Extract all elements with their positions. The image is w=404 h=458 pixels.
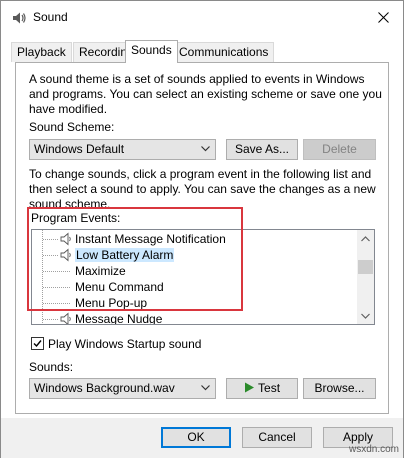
instruction-line: sound scheme. [29, 197, 111, 211]
startup-sound-checkbox[interactable] [31, 337, 44, 350]
startup-sound-label[interactable]: Play Windows Startup sound [48, 337, 201, 351]
intro-line: have modified. [29, 102, 108, 116]
delete-button[interactable]: Delete [303, 139, 376, 160]
vertical-scrollbar[interactable] [357, 230, 374, 324]
test-button-label: Test [258, 381, 281, 395]
scroll-up-button[interactable] [357, 230, 374, 247]
chevron-down-icon [361, 313, 370, 319]
sound-dialog: Sound Playback Recording Sounds Communic… [0, 0, 404, 458]
chevron-down-icon [201, 146, 210, 152]
scrollbar-thumb[interactable] [358, 260, 373, 274]
title-bar: Sound [1, 1, 403, 33]
close-button[interactable] [369, 5, 397, 29]
program-events-label: Program Events: [31, 211, 121, 225]
intro-line: and programs. You can select an existing… [29, 87, 382, 101]
list-item[interactable]: Message Nudge [75, 311, 163, 325]
ok-button[interactable]: OK [161, 427, 231, 448]
program-events-list[interactable]: Instant Message Notification Low Battery… [31, 229, 375, 325]
sounds-label: Sounds: [29, 360, 74, 374]
instruction-line: then select a sound to apply. You can sa… [29, 182, 376, 196]
speaker-icon [60, 248, 71, 262]
intro-line: A sound theme is a set of sounds applied… [29, 72, 365, 86]
close-icon [377, 11, 389, 23]
event-label: Maximize [75, 264, 126, 278]
browse-button[interactable]: Browse... [303, 378, 376, 399]
sound-scheme-select[interactable]: Windows Default [29, 139, 216, 160]
speaker-icon [60, 312, 71, 324]
intro-text: A sound theme is a set of sounds applied… [29, 72, 382, 117]
speaker-icon [13, 12, 26, 24]
checkmark-icon [33, 340, 42, 348]
change-instructions: To change sounds, click a program event … [29, 167, 376, 212]
cancel-button[interactable]: Cancel [242, 427, 312, 448]
sound-scheme-label: Sound Scheme: [29, 120, 115, 134]
tab-sounds[interactable]: Sounds [125, 40, 178, 63]
tab-communications[interactable]: Communications [173, 42, 275, 62]
scroll-down-button[interactable] [357, 307, 374, 324]
event-label: Menu Pop-up [75, 296, 148, 310]
list-item[interactable]: Menu Command [75, 279, 164, 295]
event-label: Low Battery Alarm [75, 248, 175, 262]
list-item[interactable]: Low Battery Alarm [75, 247, 175, 263]
watermark: wsxdn.com [348, 444, 399, 455]
event-label: Menu Command [75, 280, 164, 294]
list-item[interactable]: Instant Message Notification [75, 231, 226, 247]
save-as-button[interactable]: Save As... [226, 139, 298, 160]
sound-scheme-value: Windows Default [34, 142, 125, 156]
play-icon [244, 382, 254, 393]
event-label: Message Nudge [75, 312, 163, 325]
sound-file-value: Windows Background.wav [34, 381, 175, 395]
instruction-line: To change sounds, click a program event … [29, 167, 372, 181]
list-item[interactable]: Maximize [75, 263, 126, 279]
window-title: Sound [33, 10, 68, 24]
speaker-icon [60, 232, 71, 246]
list-item[interactable]: Menu Pop-up [75, 295, 147, 311]
tab-playback[interactable]: Playback [11, 42, 72, 62]
test-button[interactable]: Test [226, 378, 298, 399]
chevron-down-icon [201, 385, 210, 391]
chevron-up-icon [361, 235, 370, 241]
sound-file-select[interactable]: Windows Background.wav [29, 378, 216, 399]
event-label: Instant Message Notification [75, 232, 226, 246]
